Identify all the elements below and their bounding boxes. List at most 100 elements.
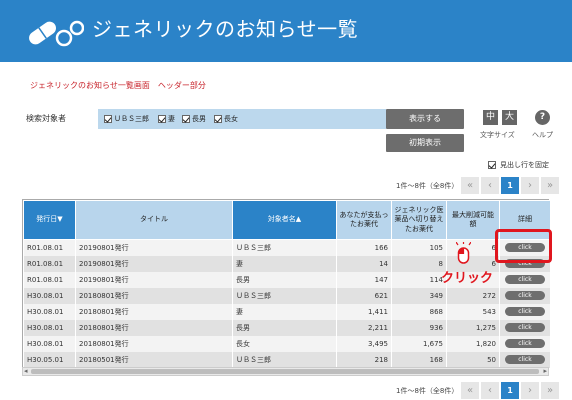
last-page-button-bottom[interactable]: » xyxy=(541,382,559,399)
target-checkbox-eldest-son[interactable]: 長男 xyxy=(182,114,206,124)
scroll-thumb[interactable] xyxy=(31,369,539,374)
cell-title: 20180801発行 xyxy=(75,287,233,304)
column-header-title: タイトル xyxy=(75,200,233,240)
target-checkbox-wife[interactable]: 妻 xyxy=(158,114,175,124)
search-target-label: 検索対象者 xyxy=(26,114,66,123)
cell-date: H30.05.01 xyxy=(23,351,76,368)
target-checkbox-ubs-saburo[interactable]: ＵＢＳ三郎 xyxy=(104,114,149,124)
page-number-current-bottom[interactable]: 1 xyxy=(501,382,519,399)
column-header-target[interactable]: 対象者名▲ xyxy=(232,200,337,240)
reset-button[interactable]: 初期表示 xyxy=(386,134,464,152)
cell-detail: click xyxy=(499,271,551,288)
text-size-medium-button[interactable]: 中 xyxy=(483,110,498,125)
cell-date: H30.08.01 xyxy=(23,287,76,304)
cell-title: 20180501発行 xyxy=(75,351,233,368)
first-page-button[interactable]: « xyxy=(461,177,479,194)
cell-generic: 868 xyxy=(391,303,447,320)
cell-detail: click xyxy=(499,351,551,368)
help-label: ヘルプ xyxy=(532,131,553,139)
cell-paid: 166 xyxy=(336,239,392,256)
table-header-row: 発行日▼ タイトル 対象者名▲ あなたが支払ったお薬代 ジェネリック医薬品へ切り… xyxy=(23,200,551,240)
page-number-current[interactable]: 1 xyxy=(501,177,519,194)
cell-detail: click xyxy=(499,287,551,304)
cell-paid: 621 xyxy=(336,287,392,304)
checkbox-icon[interactable] xyxy=(158,115,166,123)
checkbox-icon[interactable] xyxy=(182,115,190,123)
click-annotation-label: クリック xyxy=(441,271,494,286)
target-checkbox-eldest-daughter[interactable]: 長女 xyxy=(214,114,238,124)
prev-page-button[interactable]: ‹ xyxy=(481,177,499,194)
fix-header-label: 見出し行を固定 xyxy=(500,161,549,169)
next-page-button[interactable]: › xyxy=(521,177,539,194)
cell-generic: 8 xyxy=(391,255,447,272)
column-header-max-saving: 最大削減可能額 xyxy=(446,200,500,240)
horizontal-scrollbar[interactable]: ◂ ▸ xyxy=(22,367,549,376)
cell-title: 20190801発行 xyxy=(75,255,233,272)
table-row: H30.08.01 20180801発行 妻 1,411 868 543 cli… xyxy=(23,303,551,320)
cell-date: H30.08.01 xyxy=(23,335,76,352)
target-label: ＵＢＳ三郎 xyxy=(114,115,149,123)
table-row: H30.05.01 20180501発行 ＵＢＳ三郎 218 168 50 cl… xyxy=(23,351,551,368)
detail-click-button[interactable]: click xyxy=(505,323,545,332)
cell-date: H30.08.01 xyxy=(23,319,76,336)
cell-generic: 349 xyxy=(391,287,447,304)
cell-paid: 3,495 xyxy=(336,335,392,352)
result-count-bottom: 1件～8件（全8件） xyxy=(396,387,459,395)
text-size-large-button[interactable]: 大 xyxy=(502,110,517,125)
checkbox-icon[interactable] xyxy=(104,115,112,123)
target-label: 長男 xyxy=(192,115,206,123)
column-header-date[interactable]: 発行日▼ xyxy=(23,200,76,240)
checkbox-icon[interactable] xyxy=(214,115,222,123)
text-size-label: 文字サイズ xyxy=(480,131,515,139)
cell-target: 長女 xyxy=(232,335,337,352)
cell-saving: 1,275 xyxy=(446,319,500,336)
table-row: H30.08.01 20180801発行 長男 2,211 936 1,275 … xyxy=(23,319,551,336)
cell-saving: 543 xyxy=(446,303,500,320)
target-label: 妻 xyxy=(168,115,175,123)
cell-saving: 1,820 xyxy=(446,335,500,352)
cell-date: R01.08.01 xyxy=(23,255,76,272)
cell-saving: 272 xyxy=(446,287,500,304)
cell-target: 長男 xyxy=(232,319,337,336)
fix-header-toggle[interactable]: 見出し行を固定 xyxy=(488,160,549,170)
cell-target: ＵＢＳ三郎 xyxy=(232,287,337,304)
next-page-button-bottom[interactable]: › xyxy=(521,382,539,399)
result-count: 1件～8件（全8件） xyxy=(396,182,459,190)
app-header: ジェネリックのお知らせ一覧 xyxy=(0,0,572,62)
detail-click-button[interactable]: click xyxy=(505,307,545,316)
prev-page-button-bottom[interactable]: ‹ xyxy=(481,382,499,399)
checkbox-icon[interactable] xyxy=(488,161,496,169)
table-row: R01.08.01 20190801発行 ＵＢＳ三郎 166 105 6 cli… xyxy=(23,239,551,256)
cell-paid: 1,411 xyxy=(336,303,392,320)
cell-detail: click xyxy=(499,303,551,320)
cell-generic: 168 xyxy=(391,351,447,368)
cell-paid: 147 xyxy=(336,271,392,288)
page-title: ジェネリックのお知らせ一覧 xyxy=(92,17,359,41)
cell-target: ＵＢＳ三郎 xyxy=(232,351,337,368)
cell-target: 長男 xyxy=(232,271,337,288)
cell-saving: 50 xyxy=(446,351,500,368)
detail-click-button[interactable]: click xyxy=(505,355,545,364)
cell-paid: 218 xyxy=(336,351,392,368)
cell-target: 妻 xyxy=(232,255,337,272)
cell-target: ＵＢＳ三郎 xyxy=(232,239,337,256)
detail-click-button[interactable]: click xyxy=(505,275,545,284)
cell-date: R01.08.01 xyxy=(23,239,76,256)
scroll-left-icon[interactable]: ◂ xyxy=(24,367,28,375)
breadcrumb: ジェネリックのお知らせ一覧画面 ヘッダー部分 xyxy=(30,81,206,90)
capsule-logo-icon xyxy=(29,20,84,47)
detail-click-button[interactable]: click xyxy=(505,339,545,348)
cell-detail: click xyxy=(499,335,551,352)
first-page-button-bottom[interactable]: « xyxy=(461,382,479,399)
detail-click-button[interactable]: click xyxy=(505,291,545,300)
target-label: 長女 xyxy=(224,115,238,123)
last-page-button[interactable]: » xyxy=(541,177,559,194)
highlight-frame xyxy=(495,229,552,263)
scroll-right-icon[interactable]: ▸ xyxy=(543,367,547,375)
cell-title: 20190801発行 xyxy=(75,271,233,288)
cell-generic: 105 xyxy=(391,239,447,256)
show-button[interactable]: 表示する xyxy=(386,109,464,129)
cell-target: 妻 xyxy=(232,303,337,320)
help-icon[interactable]: ? xyxy=(535,110,550,125)
table-row: H30.08.01 20180801発行 ＵＢＳ三郎 621 349 272 c… xyxy=(23,287,551,304)
